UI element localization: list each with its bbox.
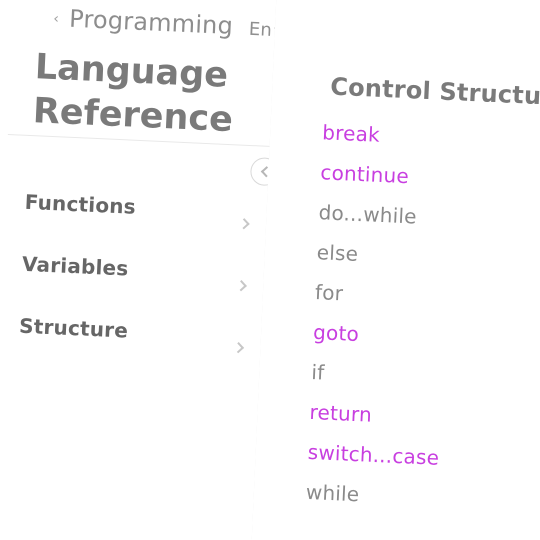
sidebar-item-label: Variables: [21, 251, 130, 281]
chevron-right-icon: [238, 218, 251, 231]
back-arrow-icon[interactable]: ‹: [49, 11, 64, 27]
chevron-right-icon: [232, 341, 245, 354]
top-bar: ‹ Programming En: [48, 0, 285, 46]
keyword-while[interactable]: while: [305, 472, 527, 522]
app-viewport: ‹ Programming En Language Reference Func…: [0, 0, 540, 540]
right-panel: Control Structure break continue do...wh…: [251, 0, 540, 540]
language-label[interactable]: En: [248, 18, 272, 40]
sidebar-item-variables[interactable]: Variables: [21, 233, 264, 306]
sidebar-item-label: Functions: [24, 189, 137, 219]
sidebar-item-functions[interactable]: Functions: [23, 171, 266, 244]
section-title: Control Structure: [329, 72, 540, 112]
page-title: Language Reference: [32, 47, 234, 141]
keyword-list: break continue do...while else for goto …: [305, 112, 540, 522]
sidebar-item-label: Structure: [18, 313, 129, 343]
sidebar-nav: Functions Variables Structure: [18, 171, 266, 368]
left-panel: ‹ Programming En Language Reference Func…: [0, 0, 277, 540]
back-label[interactable]: Programming: [69, 5, 234, 40]
chevron-right-icon: [235, 279, 248, 292]
rotated-screenshot-canvas: ‹ Programming En Language Reference Func…: [0, 0, 540, 540]
sidebar-item-structure[interactable]: Structure: [18, 295, 261, 368]
